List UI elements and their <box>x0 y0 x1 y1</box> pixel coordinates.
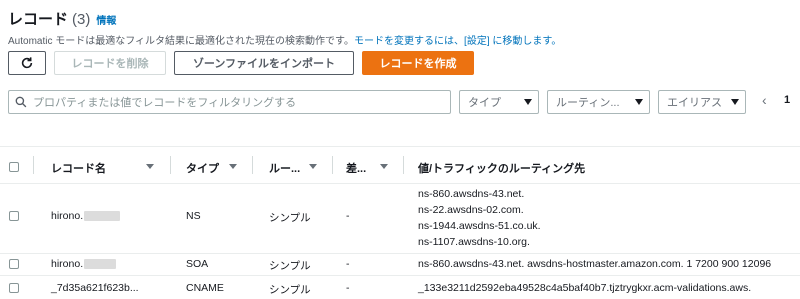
settings-link[interactable]: モードを変更するには、[設定] に移動します。 <box>354 36 561 47</box>
subtitle-text: Automatic モードは最適なフィルタ結果に最適化された現在の検索動作です。 <box>8 36 355 47</box>
routing-policy: シンプル <box>269 284 311 296</box>
differentiator: - <box>346 210 350 222</box>
table-row-divider <box>0 183 800 184</box>
sort-icon[interactable] <box>146 164 154 169</box>
table-row-divider <box>0 253 800 254</box>
differentiator: - <box>346 258 350 270</box>
table-row-divider <box>0 275 800 276</box>
page-number[interactable]: 1 <box>784 94 790 106</box>
column-divider <box>252 156 253 174</box>
sort-icon[interactable] <box>229 164 237 169</box>
row-checkbox[interactable] <box>9 283 19 293</box>
info-link[interactable]: 情報 <box>96 16 116 27</box>
redacted-region <box>84 211 121 222</box>
record-name[interactable]: hirono. <box>51 258 117 270</box>
refresh-icon <box>21 57 33 69</box>
column-divider <box>33 156 34 174</box>
routing-policy: シンプル <box>269 260 311 272</box>
select-all-checkbox[interactable] <box>9 162 19 172</box>
row-checkbox[interactable] <box>9 211 19 221</box>
record-value: ns-860.awsdns-43.net. awsdns-hostmaster.… <box>418 258 772 270</box>
record-value: ns-860.awsdns-43.net. <box>418 188 525 200</box>
record-type: NS <box>186 210 201 222</box>
column-header-type[interactable]: タイプ <box>186 160 219 176</box>
column-divider <box>332 156 333 174</box>
caret-down-icon <box>731 99 739 105</box>
sort-icon[interactable] <box>309 164 317 169</box>
alias-dropdown[interactable]: エイリアス <box>658 90 746 114</box>
column-header-value[interactable]: 値/トラフィックのルーティング先 <box>418 160 585 176</box>
redacted-region <box>84 259 117 270</box>
search-placeholder: プロパティまたは値でレコードをフィルタリングする <box>33 97 297 109</box>
caret-down-icon <box>524 99 532 105</box>
sort-icon[interactable] <box>380 164 388 169</box>
routing-dropdown[interactable]: ルーティン... <box>547 90 650 114</box>
column-divider <box>403 156 404 174</box>
search-icon <box>15 96 27 108</box>
record-type: SOA <box>186 258 209 270</box>
routing-policy: シンプル <box>269 212 311 224</box>
record-name-text: hirono. <box>51 258 84 270</box>
record-name-text: hirono. <box>51 210 84 222</box>
create-record-button[interactable]: レコードを作成 <box>362 51 474 75</box>
record-value: ns-22.awsdns-02.com. <box>418 204 524 216</box>
caret-down-icon <box>635 99 643 105</box>
delete-record-button[interactable]: レコードを削除 <box>54 51 166 75</box>
column-header-record-name[interactable]: レコード名 <box>51 160 106 176</box>
record-value: ns-1944.awsdns-51.co.uk. <box>418 220 541 232</box>
row-checkbox[interactable] <box>9 259 19 269</box>
type-dropdown[interactable]: タイプ <box>459 90 539 114</box>
alias-dropdown-label: エイリアス <box>667 97 722 109</box>
import-zone-file-button[interactable]: ゾーンファイルをインポート <box>174 51 354 75</box>
record-type: CNAME <box>186 282 224 294</box>
record-count: (3) <box>72 11 91 28</box>
title-text: レコード <box>8 11 69 28</box>
table-top-divider <box>0 146 800 147</box>
record-value: ns-1107.awsdns-10.org. <box>418 236 530 248</box>
page-subtitle: Automatic モードは最適なフィルタ結果に最適化された現在の検索動作です。… <box>8 32 561 47</box>
refresh-button[interactable] <box>8 51 46 75</box>
column-divider <box>170 156 171 174</box>
column-header-routing[interactable]: ルー... <box>269 160 300 176</box>
type-dropdown-label: タイプ <box>468 97 501 109</box>
chevron-left-icon[interactable]: ‹ <box>762 92 767 108</box>
differentiator: - <box>346 282 350 294</box>
record-name[interactable]: _7d35a621f623b... <box>51 282 139 294</box>
column-header-diff[interactable]: 差... <box>346 160 366 176</box>
page-title: レコード (3) 情報 <box>8 8 116 29</box>
routing-dropdown-label: ルーティン... <box>556 97 620 109</box>
record-name[interactable]: hirono. <box>51 210 121 222</box>
search-input[interactable]: プロパティまたは値でレコードをフィルタリングする <box>8 90 451 114</box>
record-value: _133e3211d2592eba49528c4a5baf40b7.tjztry… <box>418 282 752 294</box>
